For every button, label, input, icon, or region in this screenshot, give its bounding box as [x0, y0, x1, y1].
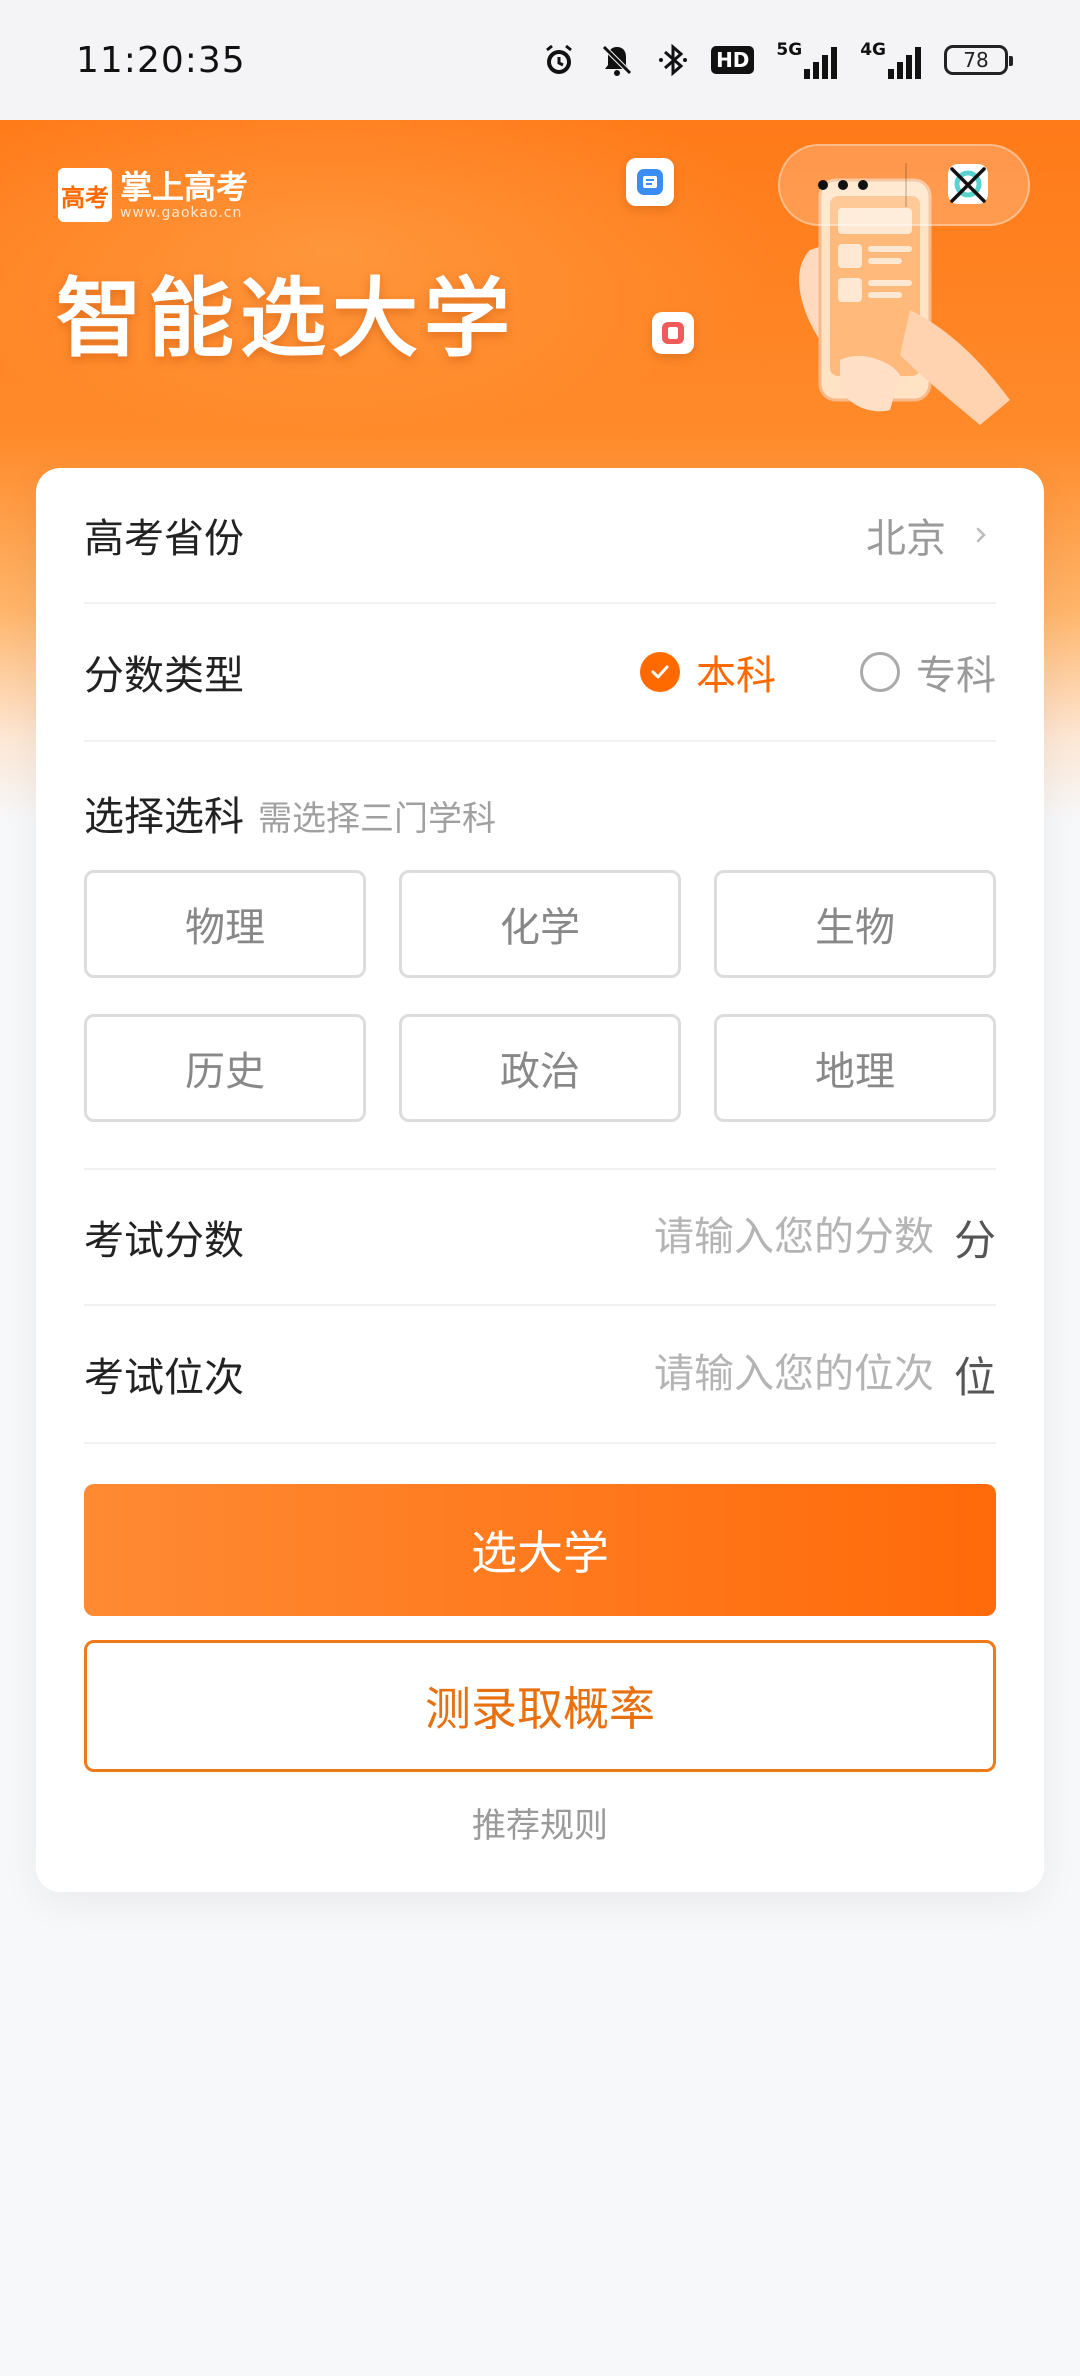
- mini-program-capsule: [778, 144, 1030, 226]
- province-row[interactable]: 高考省份 北京: [84, 468, 996, 604]
- brand-url: www.gaokao.cn: [120, 205, 243, 221]
- close-button[interactable]: [907, 146, 1028, 224]
- signal-5g-icon: 5G: [776, 41, 838, 79]
- brand-text: 掌上高考 www.gaokao.cn: [120, 169, 248, 221]
- subject-header: 选择选科 需选择三门学科: [84, 784, 496, 842]
- subject-geography-button[interactable]: 地理: [714, 1014, 996, 1122]
- more-dot: [857, 180, 868, 190]
- close-icon: [949, 167, 986, 203]
- subject-biology-button[interactable]: 生物: [714, 870, 996, 978]
- score-type-label: 分数类型: [84, 653, 244, 699]
- brand-name: 掌上高考: [120, 168, 249, 206]
- score-label: 考试分数: [84, 1218, 244, 1264]
- status-bar: 11:20:35 HD 5G 4G 78: [0, 0, 1080, 120]
- mute-icon: [599, 42, 635, 78]
- subject-history-button[interactable]: 历史: [84, 1014, 366, 1122]
- admission-probability-button[interactable]: 测录取概率: [84, 1640, 996, 1772]
- radio-undergraduate-label: 本科: [696, 653, 776, 699]
- score-row: 考试分数 分: [84, 1168, 996, 1306]
- province-value: 北京: [866, 516, 946, 562]
- signal-5g-label: 5G: [776, 40, 803, 60]
- subject-politics-button[interactable]: 政治: [399, 1014, 681, 1122]
- province-label: 高考省份: [84, 516, 244, 562]
- score-type-row: 分数类型 本科 专科: [84, 604, 996, 742]
- form-card: 高考省份 北京 分数类型 本科 专科 选择选科 需选择三门学科 物理 化学 生物…: [36, 468, 1044, 1892]
- page-title: 智能选大学: [56, 269, 516, 369]
- rank-input-wrap: 位: [613, 1344, 996, 1405]
- radio-junior-college-label: 专科: [916, 653, 996, 699]
- score-input[interactable]: [613, 1214, 934, 1260]
- province-selector[interactable]: 北京: [866, 506, 996, 564]
- floating-app-icon: [626, 158, 674, 206]
- floating-app-icon: [652, 312, 694, 354]
- score-type-radio-group: 本科 专科: [640, 643, 996, 701]
- radio-unchecked-icon: [860, 652, 900, 692]
- bluetooth-icon: [657, 42, 689, 78]
- status-time: 11:20:35: [76, 39, 246, 81]
- signal-4g-icon: 4G: [860, 41, 922, 79]
- radio-checked-icon: [640, 652, 680, 692]
- subject-hint: 需选择三门学科: [258, 799, 496, 839]
- subject-physics-button[interactable]: 物理: [84, 870, 366, 978]
- more-dot: [837, 180, 848, 190]
- score-unit: 分: [953, 1215, 996, 1265]
- signal-4g-label: 4G: [860, 40, 886, 60]
- choose-university-button[interactable]: 选大学: [84, 1484, 996, 1616]
- rank-unit: 位: [953, 1352, 996, 1402]
- status-icons: HD 5G 4G 78: [541, 41, 1013, 79]
- more-dot: [817, 180, 828, 190]
- hd-icon: HD: [711, 46, 755, 74]
- subject-chemistry-button[interactable]: 化学: [399, 870, 681, 978]
- brand-logo: 高考 掌上高考 www.gaokao.cn: [58, 168, 248, 222]
- radio-undergraduate[interactable]: 本科: [640, 643, 776, 701]
- radio-junior-college[interactable]: 专科: [860, 643, 996, 701]
- rank-label: 考试位次: [84, 1355, 244, 1401]
- alarm-icon: [541, 42, 577, 78]
- page: 11:20:35 HD 5G 4G 78 高考 掌上高考 www.gaokao.…: [0, 0, 1080, 2376]
- score-input-wrap: 分: [613, 1207, 996, 1268]
- subject-grid: 物理 化学 生物 历史 政治 地理: [84, 870, 996, 1122]
- rank-row: 考试位次 位: [84, 1306, 996, 1444]
- more-button[interactable]: [780, 146, 905, 224]
- battery-icon: 78: [944, 45, 1013, 75]
- rank-input[interactable]: [613, 1351, 934, 1397]
- subject-title: 选择选科: [84, 794, 244, 840]
- recommendation-rules-link[interactable]: 推荐规则: [36, 1798, 1044, 1847]
- chevron-right-icon: [976, 527, 986, 543]
- brand-mark-icon: 高考: [58, 168, 112, 222]
- battery-level: 78: [963, 48, 989, 72]
